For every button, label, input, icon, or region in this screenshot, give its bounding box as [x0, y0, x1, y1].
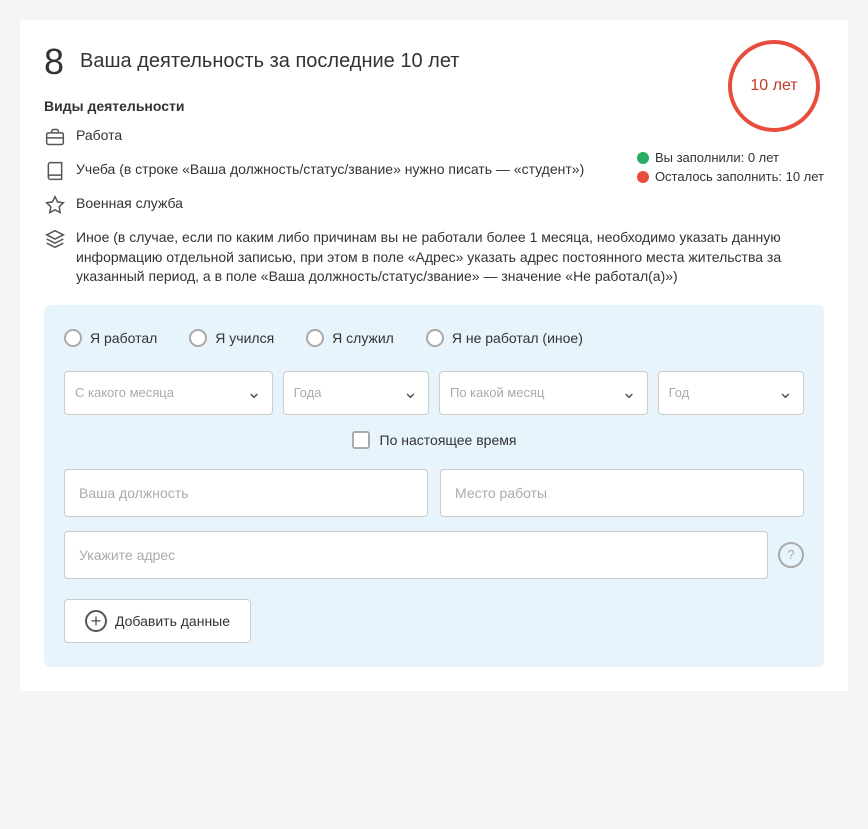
- from-year-placeholder: Года: [294, 385, 395, 400]
- add-data-label: Добавить данные: [115, 613, 230, 629]
- radio-studied[interactable]: Я учился: [189, 329, 274, 347]
- checkbox-present[interactable]: [352, 431, 370, 449]
- activity-study-label: Учеба (в строке «Ваша должность/статус/з…: [76, 160, 584, 180]
- layers-icon: [44, 228, 66, 250]
- radio-worked[interactable]: Я работал: [64, 329, 157, 347]
- legend-remaining: Осталось заполнить: 10 лет: [637, 169, 824, 184]
- radio-studied-circle[interactable]: [189, 329, 207, 347]
- section-title: Ваша деятельность за последние 10 лет: [80, 48, 459, 74]
- activity-work: Работа: [44, 126, 824, 148]
- from-year-select[interactable]: Года ⌄: [283, 371, 429, 415]
- to-year-placeholder: Год: [669, 385, 770, 400]
- legend-dot-green: [637, 152, 649, 164]
- legend-filled: Вы заполнили: 0 лет: [637, 150, 824, 165]
- legend-remaining-text: Осталось заполнить: 10 лет: [655, 169, 824, 184]
- date-row: С какого месяца ⌄ Года ⌄ По какой месяц …: [64, 371, 804, 415]
- activity-other: Иное (в случае, если по каким либо причи…: [44, 228, 824, 287]
- to-month-chevron: ⌄: [622, 382, 637, 403]
- activity-military-label: Военная служба: [76, 194, 183, 214]
- activity-other-label: Иное (в случае, если по каким либо причи…: [76, 228, 824, 287]
- from-month-select[interactable]: С какого месяца ⌄: [64, 371, 273, 415]
- radio-served-label: Я служил: [332, 330, 394, 346]
- checkbox-present-label: По настоящее время: [380, 432, 517, 448]
- book-icon: [44, 160, 66, 182]
- legend-filled-text: Вы заполнили: 0 лет: [655, 150, 779, 165]
- radio-worked-label: Я работал: [90, 330, 157, 346]
- address-row: ?: [64, 531, 804, 579]
- radio-not-worked-circle[interactable]: [426, 329, 444, 347]
- checkbox-present-row: По настоящее время: [64, 431, 804, 449]
- section-header: 8 Ваша деятельность за последние 10 лет: [44, 44, 824, 80]
- radio-not-worked-label: Я не работал (иное): [452, 330, 583, 346]
- circle-label: 10 лет: [750, 77, 797, 95]
- activity-military: Военная служба: [44, 194, 824, 216]
- radio-served-circle[interactable]: [306, 329, 324, 347]
- activity-types-title: Виды деятельности: [44, 98, 824, 114]
- legend-dot-red: [637, 171, 649, 183]
- circle-indicator: 10 лет: [724, 36, 824, 136]
- address-input[interactable]: [64, 531, 768, 579]
- radio-worked-circle[interactable]: [64, 329, 82, 347]
- to-month-placeholder: По какой месяц: [450, 385, 614, 400]
- from-month-placeholder: С какого месяца: [75, 385, 239, 400]
- legend: Вы заполнили: 0 лет Осталось заполнить: …: [637, 150, 824, 188]
- address-help-button[interactable]: ?: [778, 542, 804, 568]
- activity-types: Виды деятельности Работа Учеба (в строке…: [44, 98, 824, 287]
- page-container: 10 лет Вы заполнили: 0 лет Осталось запо…: [20, 20, 848, 691]
- from-year-chevron: ⌄: [403, 382, 418, 403]
- section-number: 8: [44, 44, 64, 80]
- to-year-chevron: ⌄: [778, 382, 793, 403]
- radio-group: Я работал Я учился Я служил Я не работал…: [64, 329, 804, 347]
- radio-studied-label: Я учился: [215, 330, 274, 346]
- to-month-select[interactable]: По какой месяц ⌄: [439, 371, 648, 415]
- from-month-chevron: ⌄: [247, 382, 262, 403]
- activity-work-label: Работа: [76, 126, 122, 146]
- form-area: Я работал Я учился Я служил Я не работал…: [44, 305, 824, 667]
- radio-not-worked[interactable]: Я не работал (иное): [426, 329, 583, 347]
- briefcase-icon: [44, 126, 66, 148]
- star-icon: [44, 194, 66, 216]
- to-year-select[interactable]: Год ⌄: [658, 371, 804, 415]
- add-data-button[interactable]: + Добавить данные: [64, 599, 251, 643]
- radio-served[interactable]: Я служил: [306, 329, 394, 347]
- add-icon: +: [85, 610, 107, 632]
- workplace-input[interactable]: [440, 469, 804, 517]
- position-input[interactable]: [64, 469, 428, 517]
- position-workplace-row: [64, 469, 804, 517]
